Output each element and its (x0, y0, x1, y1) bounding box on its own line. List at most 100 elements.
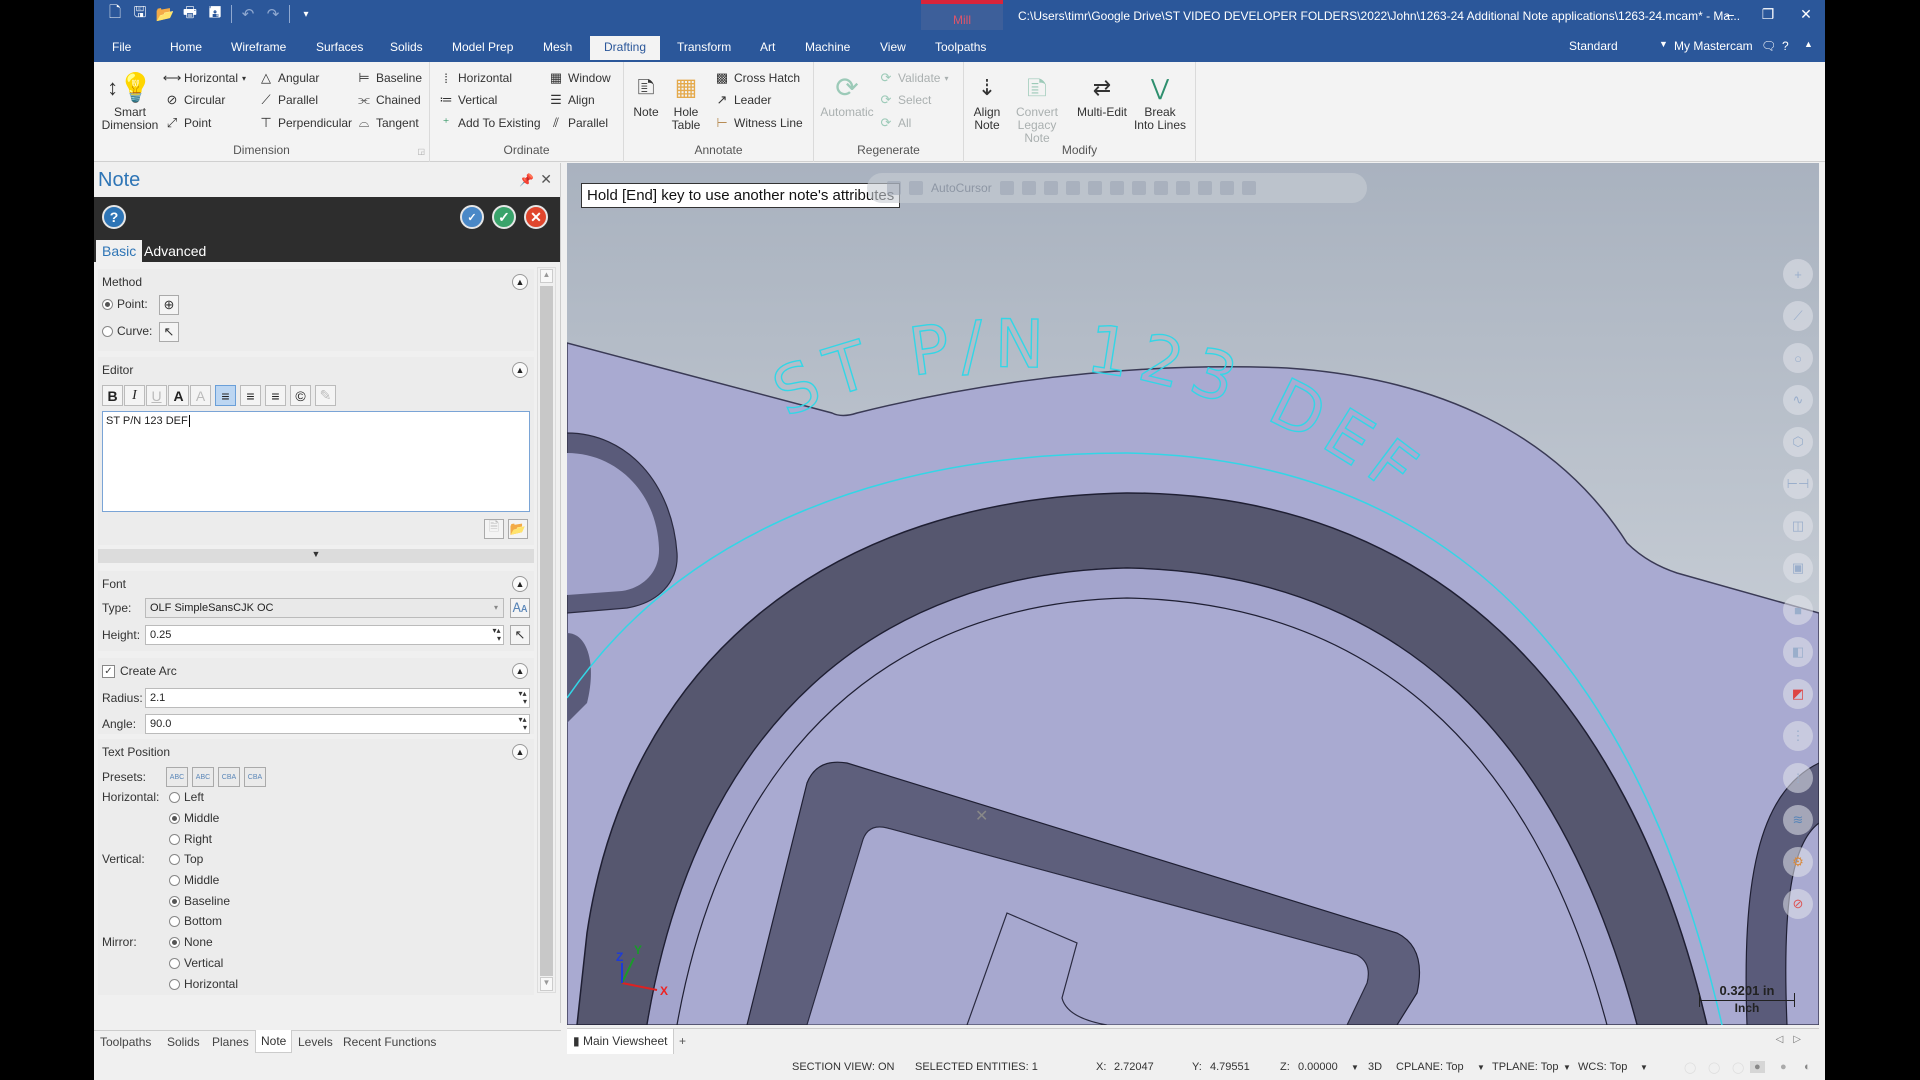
cplane-selector[interactable]: CPLANE: Top (1396, 1061, 1464, 1073)
collapse-icon[interactable]: ▲ (512, 362, 528, 378)
add-viewsheet-icon[interactable]: + (679, 1034, 686, 1048)
select-height-cursor-icon[interactable]: ↖ (510, 625, 530, 645)
font-settings-icon[interactable]: 🗛 (510, 598, 530, 618)
hole-table-button[interactable]: ▦ Hole Table (666, 68, 706, 132)
break-into-lines-button[interactable]: ⋁ Break Into Lines (1132, 68, 1188, 132)
tab-solids-manager[interactable]: Solids (167, 1035, 200, 1049)
tab-art[interactable]: Art (760, 40, 775, 54)
selection-mode-icon[interactable] (1109, 181, 1124, 195)
smart-dimension-button[interactable]: ↕ 💡 Smart Dimension (100, 68, 160, 132)
selection-mode-icon[interactable] (1087, 181, 1102, 195)
solid-icon[interactable]: ⬡ (1783, 427, 1813, 457)
spline-icon[interactable]: ∿ (1783, 385, 1813, 415)
translucency-icon[interactable]: ◐ (1804, 1061, 1811, 1073)
help-icon[interactable]: ? (102, 205, 126, 229)
open-text-file-icon[interactable]: 📂 (508, 519, 528, 539)
tab-mesh[interactable]: Mesh (543, 40, 572, 54)
tab-view[interactable]: View (880, 40, 906, 54)
insert-symbol-icon[interactable]: © (290, 385, 311, 406)
z-depth-value[interactable]: 0.00000 (1298, 1061, 1338, 1073)
tab-home[interactable]: Home (170, 40, 202, 54)
dialog-launcher-icon[interactable]: ◲ (417, 147, 425, 156)
witness-line-button[interactable]: ⊢ Witness Line (714, 115, 802, 131)
workspace-dropdown-icon[interactable]: ▼ (1659, 39, 1668, 49)
selection-filter-icon[interactable] (1153, 181, 1168, 195)
main-viewsheet-tab[interactable]: ▮ Main Viewsheet (567, 1029, 675, 1054)
outline-font-icon[interactable]: A (168, 385, 189, 406)
angle-input[interactable]: 90.0 ▾▴ ▾ (145, 714, 530, 734)
selection-mode-icon[interactable] (1131, 181, 1146, 195)
save-as-icon[interactable]: 🖪 (206, 4, 224, 24)
tab-transform[interactable]: Transform (677, 40, 731, 54)
surface-icon[interactable]: ◫ (1783, 511, 1813, 541)
cross-hatch-button[interactable]: ▩ Cross Hatch (714, 70, 800, 86)
point-snap-icon[interactable] (1021, 181, 1036, 195)
align-right-icon[interactable]: ≡ (265, 385, 286, 406)
levels-icon[interactable]: ≋ (1783, 805, 1813, 835)
clear-icon[interactable]: ⊘ (1783, 889, 1813, 919)
scroll-down-icon[interactable]: ▼ (540, 977, 553, 991)
lock-icon[interactable] (887, 181, 901, 195)
view-mode-toggle[interactable]: 3D (1368, 1061, 1382, 1073)
plane-icon[interactable]: ◧ (1783, 637, 1813, 667)
viewsheet-nav-arrows[interactable]: ◁▷ (1776, 1034, 1811, 1045)
parallel-dimension-button[interactable]: ⟋ Parallel (258, 92, 318, 108)
feedback-icon[interactable]: 🗨 (1761, 39, 1776, 53)
leader-button[interactable]: ↗ Leader (714, 92, 772, 108)
save-icon[interactable]: 🖫 (131, 4, 149, 24)
tab-note-manager[interactable]: Note (255, 1030, 293, 1053)
validate-button[interactable]: ⟳ Validate ▾ (878, 70, 949, 86)
shaded-display-icon[interactable]: ● (1750, 1061, 1765, 1073)
point-dimension-button[interactable]: ⤢ Point (164, 115, 212, 131)
curve-method-radio[interactable] (102, 326, 113, 337)
pick-icon[interactable] (1219, 181, 1234, 195)
line-icon[interactable]: ⟋ (1783, 301, 1813, 331)
select-icon[interactable] (1043, 181, 1058, 195)
vertical-middle-radio[interactable] (169, 875, 180, 886)
vertical-baseline-radio[interactable] (169, 896, 180, 907)
tab-toolpaths[interactable]: Toolpaths (935, 40, 986, 54)
cplane-dropdown-icon[interactable]: ▼ (1477, 1063, 1485, 1072)
autocursor-toolbar[interactable]: AutoCursor (867, 173, 1367, 203)
select-all-icon[interactable] (1197, 181, 1212, 195)
align-left-icon[interactable]: ≡ (215, 385, 236, 406)
underline-icon[interactable]: U (146, 385, 167, 406)
ordinate-parallel-button[interactable]: ⫽ Parallel (548, 115, 608, 131)
open-folder-icon[interactable]: 📂 (156, 4, 175, 24)
expand-editor-icon[interactable]: ▼ (98, 549, 534, 563)
bold-icon[interactable]: B (102, 385, 123, 406)
attributes-icon[interactable]: ⋮ (1783, 721, 1813, 751)
all-regenerate-button[interactable]: ⟳ All (878, 115, 912, 131)
settings-icon[interactable]: ⚙ (1783, 847, 1813, 877)
tab-planes-manager[interactable]: Planes (212, 1035, 249, 1049)
workspace-selector[interactable]: Standard (1569, 39, 1618, 53)
minimize-icon[interactable]: – (1711, 0, 1749, 28)
preset-arc-flip-above-icon[interactable]: CBA (218, 767, 240, 787)
vertical-bottom-radio[interactable] (169, 916, 180, 927)
pin-icon[interactable]: 📌 (519, 173, 534, 187)
mirror-vertical-radio[interactable] (169, 958, 180, 969)
collapse-icon[interactable]: ▲ (512, 274, 528, 290)
tab-machine[interactable]: Machine (805, 40, 850, 54)
ok-and-create-new-icon[interactable]: ✓ (460, 205, 484, 229)
wireframe-display-icon[interactable]: ◯ (1684, 1061, 1696, 1074)
help-icon[interactable]: ? (1782, 39, 1789, 53)
collapse-icon[interactable]: ▲ (512, 744, 528, 760)
horizontal-right-radio[interactable] (169, 834, 180, 845)
autocursor-icon[interactable] (909, 181, 923, 195)
tab-wireframe[interactable]: Wireframe (231, 40, 286, 54)
shaded-outline-display-icon[interactable]: ◯ (1732, 1061, 1744, 1074)
filled-font-icon[interactable]: A (190, 385, 211, 406)
horizontal-middle-radio[interactable] (169, 813, 180, 824)
collapse-icon[interactable]: ▲ (512, 576, 528, 592)
wcs-selector[interactable]: WCS: Top (1578, 1061, 1627, 1073)
autocursor-label[interactable]: AutoCursor (931, 181, 992, 195)
radius-input[interactable]: 2.1 ▾▴ ▾ (145, 688, 530, 708)
horizontal-dimension-button[interactable]: ⟷ Horizontal ▾ (163, 70, 246, 86)
preset-arc-flip-below-icon[interactable]: CBA (244, 767, 266, 787)
tab-basic[interactable]: Basic (96, 240, 143, 262)
tplane-dropdown-icon[interactable]: ▼ (1563, 1063, 1571, 1072)
align-center-icon[interactable]: ≡ (240, 385, 261, 406)
analyze-icon[interactable]: ⁞ (1783, 763, 1813, 793)
tab-recent-functions[interactable]: Recent Functions (343, 1035, 436, 1049)
